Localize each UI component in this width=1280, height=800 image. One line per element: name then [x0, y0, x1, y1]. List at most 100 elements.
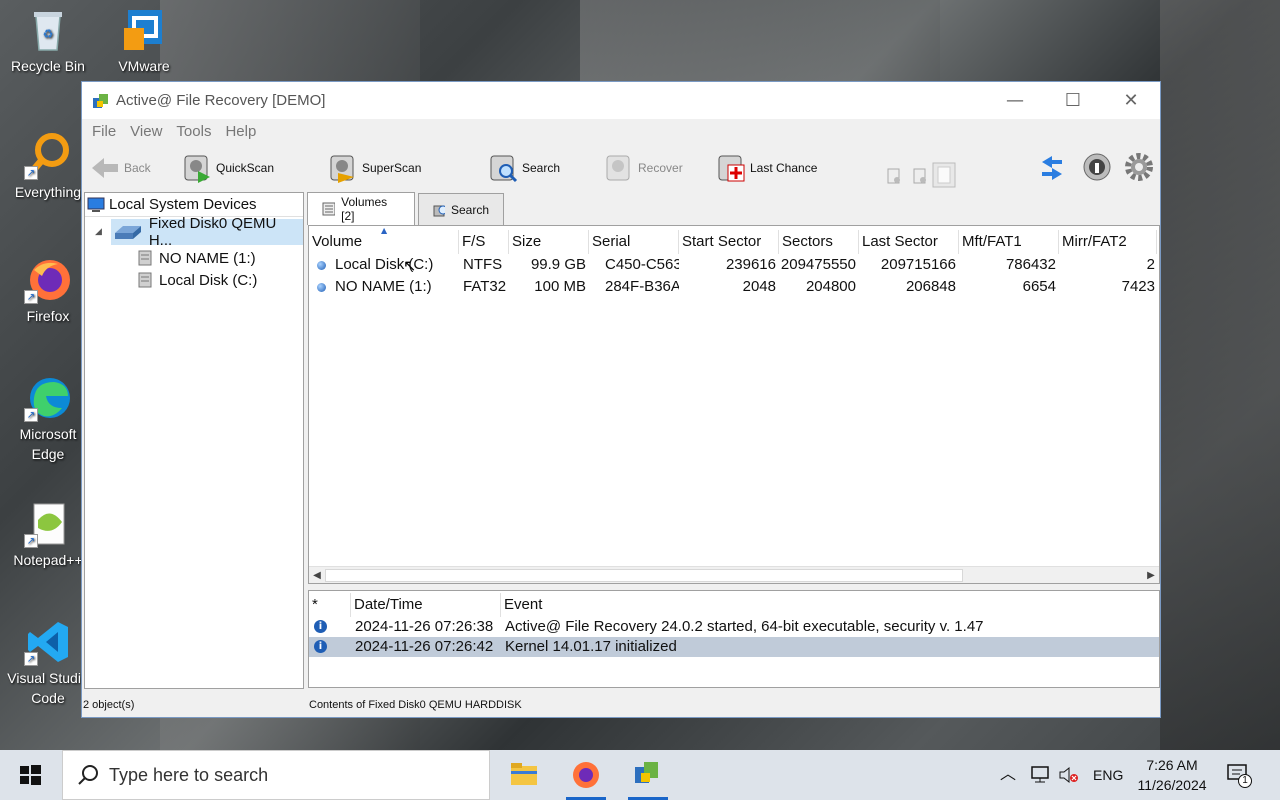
taskbar: Type here to search ︿ ENG 7:26 AM 11/26/… [0, 750, 1280, 800]
column-header-mft-fat1[interactable]: Mft/FAT1 [959, 230, 1059, 254]
app-logo-icon [635, 762, 658, 783]
file-properties-icon[interactable] [932, 162, 956, 188]
column-header-last-sector[interactable]: Last Sector [859, 230, 959, 254]
notification-count-badge: 1 [1238, 774, 1252, 788]
shortcut-arrow-icon: ↗ [24, 652, 38, 666]
status-contents: Contents of Fixed Disk0 QEMU HARDDISK [309, 699, 522, 711]
volumes-table: Volume ▲ F/S Size Serial Start Sector Se… [308, 225, 1160, 584]
superscan-button[interactable]: SuperScan [328, 152, 421, 184]
info-icon: i [314, 640, 327, 653]
desktop-icon-label: Visual Studio Code [7, 670, 89, 706]
edge-icon: ↗ [24, 374, 72, 422]
log-row[interactable]: i 2024-11-26 07:26:42 Kernel 14.01.17 in… [309, 637, 1159, 657]
scroll-right-icon[interactable]: ▶ [1143, 567, 1159, 584]
tray-overflow-chevron-icon[interactable]: ︿ [1000, 750, 1016, 800]
taskbar-search-placeholder: Type here to search [109, 764, 269, 785]
scrollbar-thumb[interactable] [325, 569, 963, 582]
about-info-icon[interactable] [1082, 152, 1112, 182]
toolbar: Back QuickScan SuperScan Search Recover … [82, 144, 1160, 192]
tree-collapse-icon[interactable]: ◢ [95, 227, 102, 237]
table-row[interactable]: Local Disk (C:) NTFS 99.9 GB C450-C563 2… [309, 254, 1159, 276]
notification-center-button[interactable]: 1 [1226, 762, 1252, 788]
vmware-icon [120, 6, 168, 54]
everything-search-icon: ↗ [24, 132, 72, 180]
maximize-button[interactable]: ☐ [1044, 82, 1102, 119]
info-icon: i [314, 620, 327, 633]
column-header-mirr-fat2[interactable]: Mirr/FAT2 [1059, 230, 1157, 254]
desktop-icon-recycle-bin[interactable]: ♻ Recycle Bin [0, 6, 96, 76]
menu-file[interactable]: File [92, 123, 116, 140]
column-header-sectors[interactable]: Sectors [779, 230, 859, 254]
shortcut-arrow-icon: ↗ [24, 408, 38, 422]
volume-status-icon [317, 261, 326, 270]
language-indicator[interactable]: ENG [1093, 750, 1123, 800]
taskbar-firefox[interactable] [560, 750, 612, 800]
volumes-tab-icon [322, 202, 336, 216]
column-header-fs[interactable]: F/S [459, 230, 509, 254]
mouse-cursor-icon: ↖ [403, 256, 417, 275]
recycle-bin-icon: ♻ [24, 6, 72, 54]
device-tree: Local System Devices ◢ Fixed Disk0 QEMU … [84, 192, 304, 689]
notepadpp-icon: ↗ [24, 500, 72, 548]
settings-gear-icon[interactable] [1124, 152, 1154, 182]
volume-icon [138, 272, 152, 288]
volume-icon [138, 250, 152, 266]
back-button[interactable]: Back [90, 152, 151, 184]
column-header-start-sector[interactable]: Start Sector [679, 230, 779, 254]
status-object-count: 2 object(s) [83, 699, 135, 711]
recover-button[interactable]: Recover [604, 152, 683, 184]
scroll-left-icon[interactable]: ◀ [309, 567, 325, 584]
clock-date: 11/26/2024 [1137, 777, 1207, 793]
sort-ascending-icon: ▲ [381, 226, 388, 235]
file-check-icon[interactable] [886, 168, 902, 184]
table-row[interactable]: NO NAME (1:) FAT32 100 MB 284F-B36A 2048… [309, 276, 1159, 298]
tab-search[interactable]: Search [418, 193, 504, 225]
hard-disk-icon [115, 226, 141, 239]
log-row[interactable]: i 2024-11-26 07:26:38 Active@ File Recov… [309, 617, 1159, 637]
menu-view[interactable]: View [130, 123, 162, 140]
volume-muted-icon[interactable] [1058, 765, 1080, 785]
taskbar-search-box[interactable]: Type here to search [62, 750, 490, 800]
firefox-icon: ↗ [24, 256, 72, 304]
tree-root-local-devices[interactable]: Local System Devices [85, 193, 303, 217]
desktop-icon-vmware[interactable]: VMware [96, 6, 192, 76]
event-log-table: * Date/Time Event i 2024-11-26 07:26:38 … [308, 590, 1160, 688]
menu-help[interactable]: Help [225, 123, 256, 140]
last-chance-button[interactable]: Last Chance [716, 152, 817, 184]
firefox-icon [573, 762, 599, 788]
vscode-icon: ↗ [24, 618, 72, 666]
windows-logo-icon [20, 765, 41, 785]
app-window: Active@ File Recovery [DEMO] — ☐ ✕ File … [81, 81, 1161, 718]
column-header-serial[interactable]: Serial [589, 230, 679, 254]
log-header-datetime[interactable]: Date/Time [351, 593, 501, 617]
search-button[interactable]: Search [488, 152, 560, 184]
start-button[interactable] [0, 750, 60, 800]
tab-volumes[interactable]: Volumes [2] [307, 192, 415, 225]
tree-item-volume-noname[interactable]: NO NAME (1:) [137, 247, 256, 269]
taskbar-active-file-recovery[interactable] [622, 750, 674, 800]
desktop-icon-label: Microsoft Edge [19, 426, 77, 462]
file-remove-icon[interactable] [912, 168, 928, 184]
column-header-size[interactable]: Size [509, 230, 589, 254]
quickscan-button[interactable]: QuickScan [182, 152, 274, 184]
minimize-button[interactable]: — [986, 82, 1044, 119]
tree-item-disk0[interactable]: Fixed Disk0 QEMU H... [111, 215, 303, 249]
menu-tools[interactable]: Tools [176, 123, 211, 140]
log-header-event[interactable]: Event [501, 593, 1157, 617]
file-explorer-icon [511, 763, 537, 785]
clock[interactable]: 7:26 AM 11/26/2024 [1134, 750, 1210, 800]
last-chance-icon [718, 155, 745, 182]
horizontal-scrollbar[interactable]: ◀ ▶ [309, 566, 1159, 583]
quickscan-icon [184, 155, 210, 183]
clock-time: 7:26 AM [1146, 757, 1198, 773]
title-bar[interactable]: Active@ File Recovery [DEMO] — ☐ ✕ [82, 82, 1160, 119]
desktop-icon-label: Recycle Bin [11, 58, 85, 74]
log-header-flag[interactable]: * [309, 593, 351, 617]
shortcut-arrow-icon: ↗ [24, 534, 38, 548]
transfer-arrows-icon[interactable] [1038, 154, 1066, 182]
taskbar-file-explorer[interactable] [498, 750, 550, 800]
back-arrow-icon [92, 158, 118, 178]
network-icon[interactable] [1030, 765, 1052, 785]
close-button[interactable]: ✕ [1102, 82, 1160, 119]
tree-item-volume-c[interactable]: Local Disk (C:) [137, 269, 257, 291]
